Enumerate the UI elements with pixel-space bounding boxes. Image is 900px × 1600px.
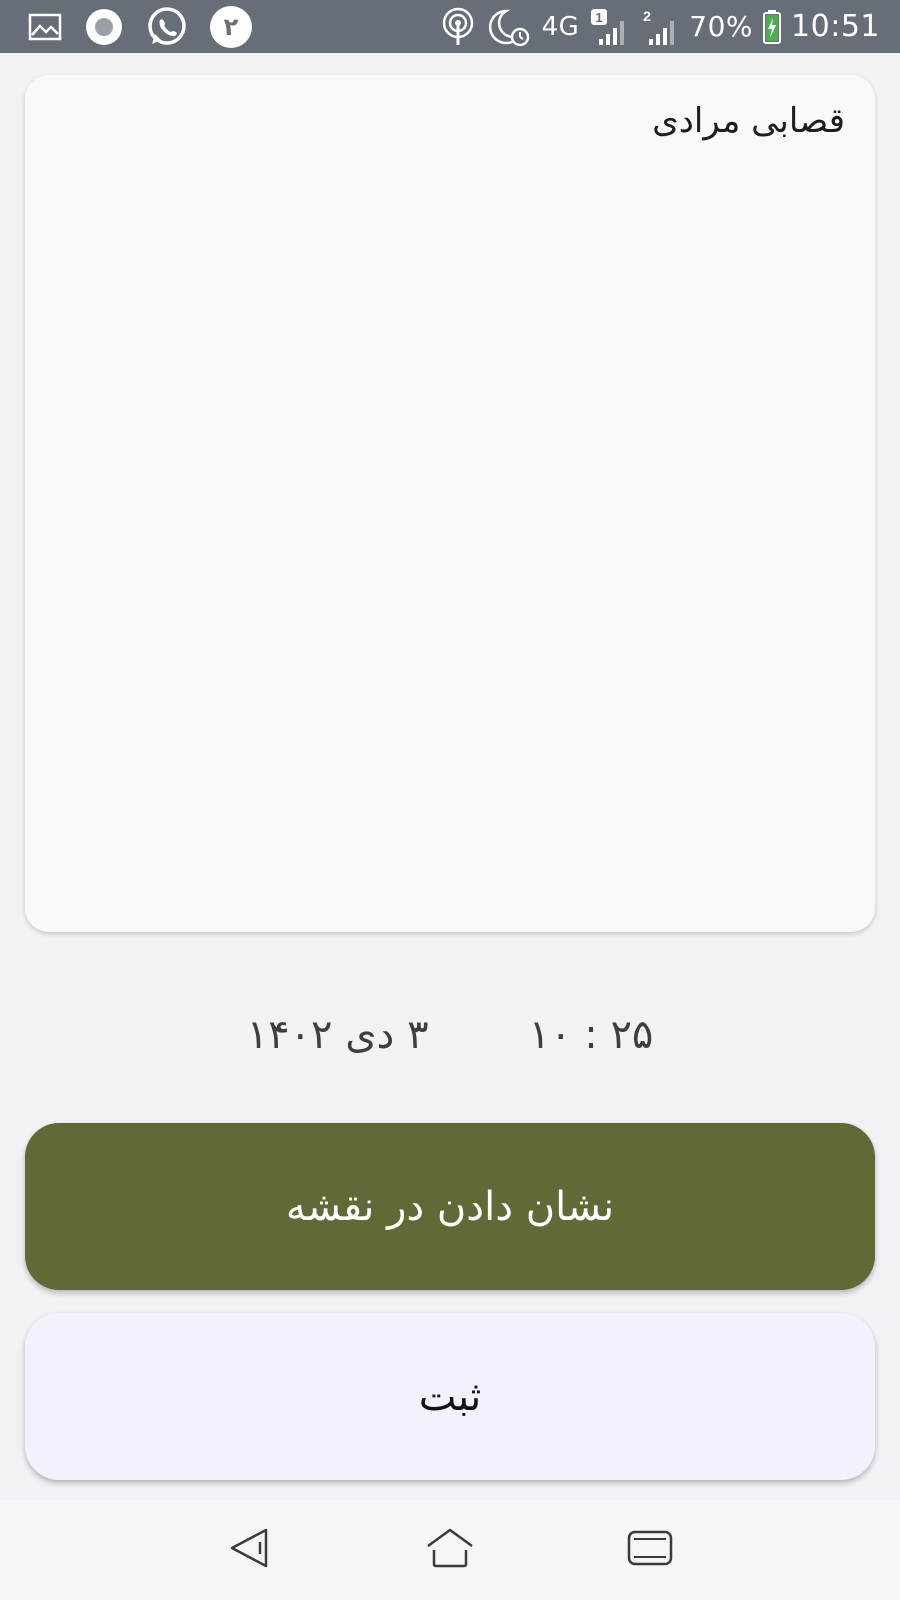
status-bar-system: 4G 1 2 70% 10:51 xyxy=(440,7,880,47)
navigation-bar xyxy=(0,1500,900,1600)
submit-label: ثبت xyxy=(418,1373,482,1420)
svg-text:1: 1 xyxy=(596,10,603,25)
submit-button[interactable]: ثبت xyxy=(25,1313,875,1480)
network-type-label: 4G xyxy=(541,11,580,42)
show-on-map-label: نشان دادن در نقشه xyxy=(285,1183,615,1230)
battery-percentage: 70% xyxy=(689,10,754,43)
datetime-row: ۳ دی ۱۴۰۲ ۲۵ : ۱۰ xyxy=(0,1000,900,1070)
recent-apps-icon xyxy=(626,1528,674,1572)
status-bar-clock: 10:51 xyxy=(791,9,880,44)
home-icon xyxy=(424,1526,476,1574)
signal-sim2-icon: 2 xyxy=(639,7,679,47)
back-icon xyxy=(228,1526,272,1574)
time-label[interactable]: ۲۵ : ۱۰ xyxy=(529,1012,654,1058)
home-button[interactable] xyxy=(410,1520,490,1580)
hotspot-icon xyxy=(440,7,476,47)
do-not-disturb-moon-alarm-icon xyxy=(486,7,532,47)
back-button[interactable] xyxy=(210,1520,290,1580)
record-icon xyxy=(84,7,124,47)
notification-count-badge: ۲ xyxy=(210,5,252,48)
image-icon xyxy=(28,13,62,41)
svg-text:2: 2 xyxy=(643,8,651,24)
status-bar-notifications: ۲ xyxy=(28,5,252,48)
shop-name-text: قصابی مرادی xyxy=(652,101,845,141)
shop-text-area[interactable]: قصابی مرادی xyxy=(25,75,875,932)
signal-sim1-icon: 1 xyxy=(589,7,629,47)
battery-charging-icon xyxy=(763,9,782,44)
recent-apps-button[interactable] xyxy=(610,1520,690,1580)
show-on-map-button[interactable]: نشان دادن در نقشه xyxy=(25,1123,875,1290)
status-bar: ۲ 4G 1 2 70% 10:51 xyxy=(0,0,900,53)
date-label[interactable]: ۳ دی ۱۴۰۲ xyxy=(247,1012,429,1058)
whatsapp-icon xyxy=(146,6,188,48)
